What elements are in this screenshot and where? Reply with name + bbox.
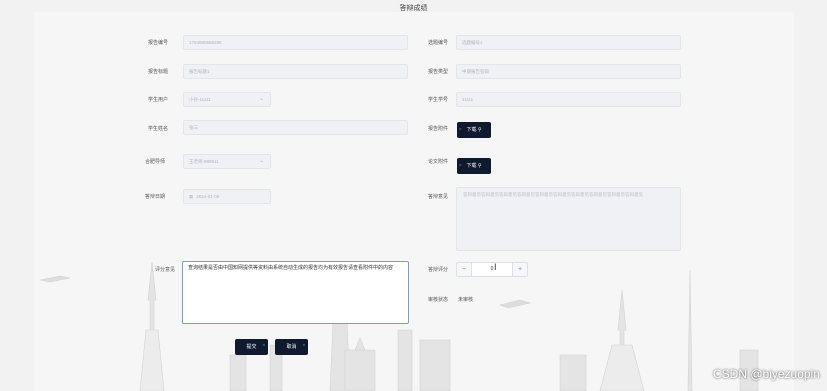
pin-icon: ○: [459, 162, 462, 167]
cancel-label: 取消: [286, 344, 297, 350]
advisor-label: 合肥导师: [145, 159, 166, 165]
download-label: 下载: [466, 127, 477, 133]
defense-date-value: 2024-01-08: [196, 194, 220, 199]
chevron-down-icon: ⌄: [258, 158, 264, 164]
audit-status-label: 审核状态: [428, 297, 449, 303]
topic-no-label: 选题编号: [428, 40, 449, 46]
review-label: 评分意见: [155, 267, 176, 273]
score-value[interactable]: 0: [471, 263, 513, 276]
thesis-file-download-button[interactable]: ○ 下载 ⚲: [457, 158, 491, 174]
link-icon: ⚲: [477, 127, 482, 133]
download-label: 下载: [466, 163, 477, 169]
advisor-select[interactable]: 王老师-999911 ⌄: [183, 154, 271, 169]
chevron-down-icon: ⌄: [258, 96, 264, 102]
report-file-label: 报告附件: [428, 126, 449, 132]
student-name-label: 学生姓名: [148, 126, 169, 132]
report-file-download-button[interactable]: ○ 下载 ⚲: [457, 122, 491, 138]
student-user-label: 学生用户: [148, 97, 169, 103]
link-icon: ⚲: [477, 163, 482, 169]
student-name-field[interactable]: 张三: [183, 120, 408, 135]
defense-date-label: 答辩日期: [145, 194, 166, 200]
defense-score-label: 答辩评分: [428, 267, 449, 273]
report-type-label: 报告类型: [428, 69, 449, 75]
submit-button[interactable]: 提交 ○: [235, 339, 268, 355]
student-id-field[interactable]: 11111: [456, 92, 681, 107]
defense-note-textarea[interactable]: 答辩意见答辩意见答辩意见答辩意见答辩意见答辩意见答辩意见答辩意见答辩意见答辩意见: [456, 187, 681, 251]
watermark: CSDN @biyezuopin: [713, 367, 820, 381]
report-title-label: 报告标题: [148, 69, 169, 75]
pin-icon: ○: [302, 342, 305, 347]
defense-date-picker[interactable]: ▦ 2024-01-08: [183, 189, 271, 204]
minus-button[interactable]: −: [457, 263, 472, 276]
review-textarea[interactable]: 查询结果是否由中国知网提供等资料由系统自动生成的报告均为有效报告请查看附件中的内…: [182, 261, 409, 324]
report-no-label: 报告编号: [148, 40, 169, 46]
score-stepper[interactable]: − 0 +: [456, 262, 528, 277]
pin-icon: ○: [262, 342, 265, 347]
report-no-field[interactable]: 1764980568298: [183, 35, 408, 50]
student-id-label: 学生学号: [428, 97, 449, 103]
pin-icon: ○: [459, 126, 462, 131]
advisor-value: 王老师-999911: [189, 159, 219, 164]
page-title: 答辩成绩: [399, 5, 428, 12]
cancel-button[interactable]: 取消 ○: [275, 339, 308, 355]
topic-no-field[interactable]: 选题编号1: [456, 35, 681, 50]
student-user-value: 小孙-11111: [189, 97, 211, 102]
plus-button[interactable]: +: [512, 263, 527, 276]
report-title-field[interactable]: 报告标题1: [183, 64, 408, 79]
thesis-file-label: 论文附件: [428, 159, 449, 165]
defense-note-label: 答辩意见: [428, 194, 449, 200]
text-cursor-icon: I: [494, 262, 497, 272]
report-type-field[interactable]: 中期报告答辩: [456, 64, 681, 79]
student-user-select[interactable]: 小孙-11111 ⌄: [183, 92, 271, 107]
submit-label: 提交: [246, 344, 257, 350]
calendar-icon: ▦: [189, 194, 194, 199]
audit-status-value: 未审核: [458, 297, 474, 303]
